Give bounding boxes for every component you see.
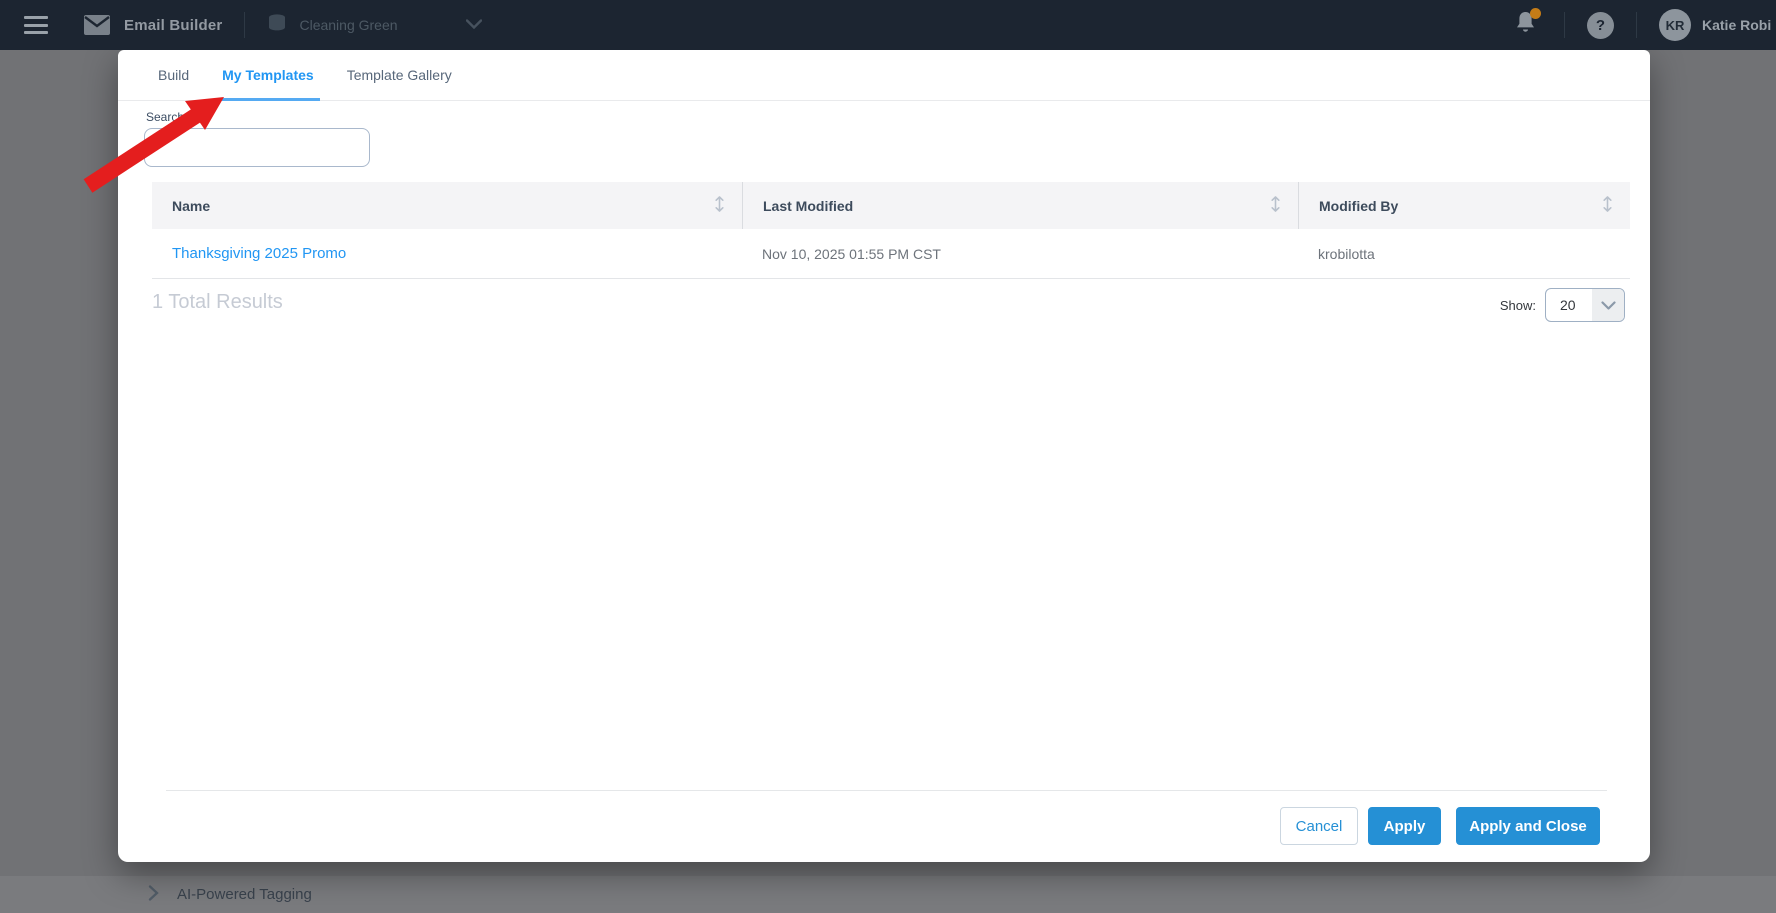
nav-divider <box>1636 12 1637 38</box>
nav-right-cluster: ? KR Katie Robi <box>1513 0 1776 50</box>
cell-modified-by: krobilotta <box>1298 246 1630 262</box>
footer-divider <box>166 790 1607 791</box>
notifications-button[interactable] <box>1513 10 1538 41</box>
chevron-down-icon <box>466 16 482 34</box>
top-navbar: Email Builder Cleaning Green ? KR Katie … <box>0 0 1776 50</box>
workspace-name: Cleaning Green <box>299 17 466 33</box>
tab-my-templates[interactable]: My Templates <box>222 50 314 101</box>
modal-tabs: Build My Templates Template Gallery <box>118 50 1650 101</box>
search-input[interactable] <box>144 128 370 167</box>
nav-divider <box>1564 12 1565 38</box>
chevron-down-icon <box>1592 289 1624 321</box>
page-size-value: 20 <box>1546 297 1592 313</box>
search-label: Search <box>146 110 184 124</box>
column-header-modified-by[interactable]: Modified By <box>1298 182 1630 229</box>
sort-icon <box>1601 195 1614 216</box>
nav-divider <box>244 12 245 38</box>
hamburger-menu-icon[interactable] <box>24 16 48 34</box>
column-header-last-modified[interactable]: Last Modified <box>742 182 1298 229</box>
tab-build[interactable]: Build <box>158 50 189 101</box>
column-header-name[interactable]: Name <box>152 182 742 229</box>
page-size-select[interactable]: 20 <box>1545 288 1625 322</box>
results-summary: 1 Total Results <box>152 291 283 314</box>
workspace-switcher[interactable]: Cleaning Green <box>267 14 482 37</box>
user-avatar[interactable]: KR <box>1659 9 1691 41</box>
page-size-cluster: Show: 20 <box>1500 288 1625 322</box>
templates-table: Name Last Modified Modified By Thank <box>152 182 1630 279</box>
cancel-button[interactable]: Cancel <box>1280 807 1358 845</box>
template-link-thanksgiving-2025-promo[interactable]: Thanksgiving 2025 Promo <box>172 245 346 262</box>
app-title: Email Builder <box>124 17 222 34</box>
notification-badge <box>1530 8 1541 19</box>
cell-last-modified: Nov 10, 2025 01:55 PM CST <box>742 246 1298 262</box>
background-section-label: AI-Powered Tagging <box>177 886 312 903</box>
footer-buttons: Cancel Apply Apply and Close <box>1280 807 1600 845</box>
chevron-right-icon <box>148 885 159 904</box>
apply-and-close-button[interactable]: Apply and Close <box>1456 807 1600 845</box>
data-extension-icon <box>267 14 287 37</box>
sort-icon <box>1269 195 1282 216</box>
email-builder-screen: { "topbar": { "app_title": "Email Builde… <box>0 0 1776 913</box>
table-row: Thanksgiving 2025 Promo Nov 10, 2025 01:… <box>152 229 1630 279</box>
background-section-ai-powered-tagging[interactable]: AI-Powered Tagging <box>0 876 1776 913</box>
tab-template-gallery[interactable]: Template Gallery <box>347 50 452 101</box>
user-name[interactable]: Katie Robi <box>1702 17 1776 33</box>
help-button[interactable]: ? <box>1587 12 1614 39</box>
table-header-row: Name Last Modified Modified By <box>152 182 1630 229</box>
app-brand: Email Builder <box>84 15 222 35</box>
envelope-icon <box>84 15 110 35</box>
sort-icon <box>713 195 726 216</box>
template-picker-modal: Build My Templates Template Gallery Sear… <box>118 50 1650 862</box>
apply-button[interactable]: Apply <box>1368 807 1441 845</box>
show-label: Show: <box>1500 298 1536 313</box>
